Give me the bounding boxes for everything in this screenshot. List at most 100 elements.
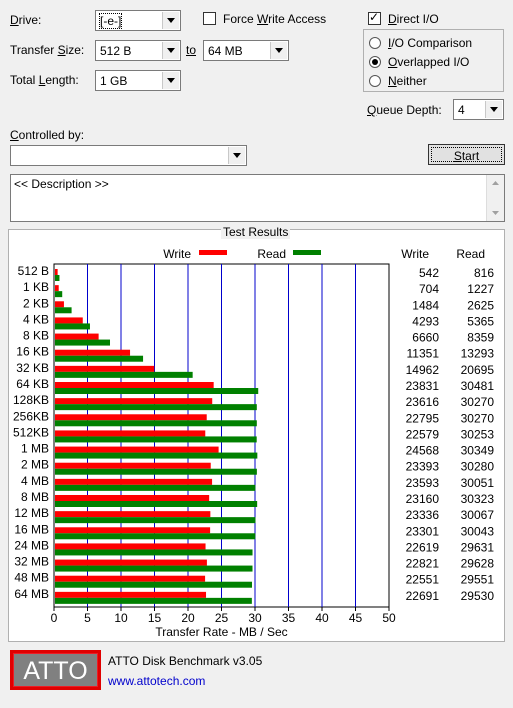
write-value: 24568 bbox=[406, 444, 440, 458]
atto-logo: ATTO bbox=[10, 650, 101, 690]
write-bar bbox=[55, 495, 210, 501]
write-value: 22551 bbox=[406, 573, 440, 587]
chevron-down-icon[interactable] bbox=[162, 42, 179, 59]
direct-io-label[interactable]: Direct I/O bbox=[388, 12, 439, 26]
read-bar bbox=[55, 307, 72, 314]
category-label: 2 KB bbox=[23, 296, 49, 310]
read-value: 29551 bbox=[461, 573, 495, 587]
read-bar bbox=[55, 533, 256, 540]
category-label: 2 MB bbox=[21, 458, 49, 472]
legend-write-swatch bbox=[199, 250, 227, 255]
category-label: 1 KB bbox=[23, 280, 49, 294]
category-label: 32 MB bbox=[14, 555, 49, 569]
queue-depth-label: Queue Depth: bbox=[367, 103, 442, 117]
chevron-down-icon[interactable] bbox=[485, 101, 502, 118]
to-label: to bbox=[186, 43, 197, 57]
force-write-access-checkbox[interactable] bbox=[203, 12, 216, 25]
controlled-by-select[interactable] bbox=[10, 145, 247, 166]
description-textarea[interactable]: << Description >> bbox=[10, 174, 505, 222]
chevron-down-icon[interactable] bbox=[162, 72, 179, 89]
read-bar bbox=[55, 468, 257, 475]
x-tick-label: 15 bbox=[148, 611, 162, 625]
read-value: 30253 bbox=[461, 427, 495, 441]
queue-depth-select[interactable]: 4 bbox=[453, 99, 504, 120]
read-bar bbox=[55, 484, 256, 491]
read-value: 30323 bbox=[461, 492, 495, 506]
transfer-size-to-select[interactable]: 64 MB bbox=[203, 40, 289, 61]
write-value: 1484 bbox=[412, 298, 439, 312]
description-scrollbar[interactable] bbox=[486, 175, 504, 221]
category-label: 64 KB bbox=[16, 377, 49, 391]
atto-logo-text: ATTO bbox=[23, 657, 88, 685]
chevron-down-icon[interactable] bbox=[162, 12, 179, 29]
transfer-size-label: Transfer Size: bbox=[10, 43, 85, 57]
neither-radio[interactable] bbox=[369, 75, 381, 87]
read-bar bbox=[55, 355, 144, 362]
website-link[interactable]: www.attotech.com bbox=[108, 674, 205, 688]
write-value: 23301 bbox=[406, 524, 440, 538]
write-bar bbox=[55, 414, 207, 421]
write-bar bbox=[55, 269, 58, 275]
read-value: 29631 bbox=[461, 540, 495, 554]
overlapped-io-radio[interactable] bbox=[369, 56, 381, 68]
write-bar bbox=[55, 382, 214, 388]
chevron-down-icon[interactable] bbox=[228, 147, 245, 164]
read-bar bbox=[55, 291, 63, 298]
total-length-select[interactable]: 1 GB bbox=[95, 70, 181, 91]
direct-io-checkbox[interactable] bbox=[368, 10, 381, 25]
start-button[interactable]: Start bbox=[428, 144, 505, 165]
product-name: ATTO Disk Benchmark v3.05 bbox=[108, 654, 263, 668]
test-results-panel: Write Read 0 5 10 15 20 25 30 35 40 45 50 Transfer Ra… bbox=[8, 229, 505, 642]
category-label: 512KB bbox=[13, 425, 49, 439]
drive-select[interactable]: [-e-] bbox=[95, 10, 181, 31]
legend-write-label: Write bbox=[163, 247, 191, 261]
read-value: 30270 bbox=[461, 395, 495, 409]
chevron-down-icon[interactable] bbox=[270, 42, 287, 59]
start-button-label: Start bbox=[453, 149, 480, 163]
write-bar bbox=[55, 285, 59, 292]
force-write-access-label[interactable]: Force Write Access bbox=[223, 12, 326, 26]
read-bar bbox=[55, 339, 111, 346]
write-bar bbox=[55, 575, 206, 582]
transfer-size-from-select[interactable]: 512 B bbox=[95, 40, 181, 61]
write-bar bbox=[55, 430, 206, 437]
write-bar bbox=[55, 462, 211, 469]
category-label: 4 KB bbox=[23, 312, 49, 326]
read-value: 30067 bbox=[461, 508, 495, 522]
write-bar bbox=[55, 398, 213, 405]
category-label: 16 KB bbox=[16, 345, 49, 359]
read-bar bbox=[55, 517, 256, 524]
x-tick-label: 20 bbox=[181, 611, 195, 625]
read-value: 30349 bbox=[461, 444, 495, 458]
read-value: 5365 bbox=[467, 314, 494, 328]
write-bar bbox=[55, 301, 64, 308]
x-tick-label: 45 bbox=[349, 611, 363, 625]
x-tick-label: 5 bbox=[84, 611, 91, 625]
read-value: 30280 bbox=[461, 460, 495, 474]
write-value: 4293 bbox=[412, 314, 439, 328]
io-comparison-radio[interactable] bbox=[369, 37, 381, 49]
write-value: 23831 bbox=[406, 379, 440, 393]
io-comparison-label[interactable]: I/O Comparison bbox=[388, 36, 472, 50]
legend-read-label: Read bbox=[257, 247, 286, 261]
category-label: 64 MB bbox=[14, 587, 49, 601]
scroll-arrows-icon bbox=[492, 181, 499, 215]
read-value: 30481 bbox=[461, 379, 495, 393]
category-label: 8 KB bbox=[23, 329, 49, 343]
overlapped-io-label[interactable]: Overlapped I/O bbox=[388, 55, 469, 69]
write-value: 23593 bbox=[406, 476, 440, 490]
write-bar bbox=[55, 478, 213, 485]
controlled-by-label: Controlled by: bbox=[10, 128, 85, 142]
read-bar bbox=[55, 501, 258, 507]
write-bar bbox=[55, 559, 207, 566]
read-value: 13293 bbox=[461, 347, 495, 361]
description-text: << Description >> bbox=[14, 177, 109, 191]
drive-value: [-e-] bbox=[98, 13, 123, 29]
neither-label[interactable]: Neither bbox=[388, 74, 427, 88]
drive-label: Drive: bbox=[10, 13, 42, 27]
read-bar bbox=[55, 565, 253, 572]
write-column-header: Write bbox=[401, 247, 429, 261]
transfer-size-from-value: 512 B bbox=[100, 44, 132, 58]
test-results-chart: Write Read 0 5 10 15 20 25 30 35 40 45 50 Transfer Ra… bbox=[13, 247, 495, 639]
read-value: 2625 bbox=[467, 298, 494, 312]
